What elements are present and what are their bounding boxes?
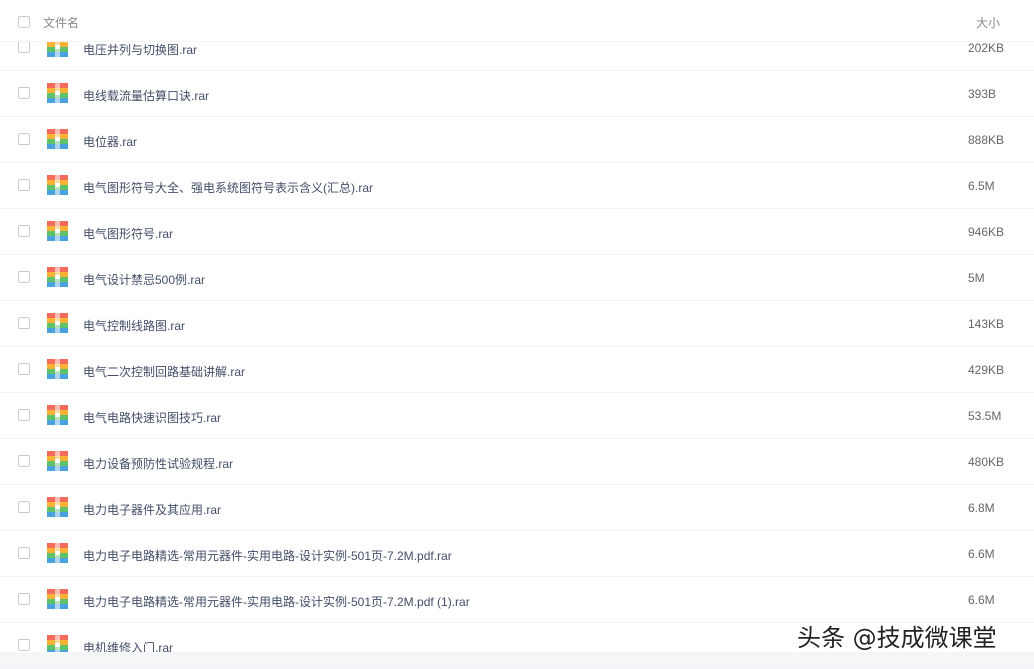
rar-archive-icon[interactable] — [47, 313, 68, 333]
file-size: 143KB — [968, 317, 1005, 331]
row-checkbox[interactable] — [18, 409, 30, 421]
file-row[interactable]: 电力电子电路精选-常用元器件-实用电路-设计实例-501页-7.2M.pdf (… — [0, 577, 1034, 623]
rar-archive-icon[interactable] — [47, 83, 68, 103]
row-checkbox[interactable] — [18, 363, 30, 375]
file-name[interactable]: 电压并列与切换图.rar — [83, 41, 197, 58]
file-name[interactable]: 电气控制线路图.rar — [83, 317, 185, 334]
file-size: 202KB — [968, 41, 1005, 55]
file-size: 6.6M — [968, 547, 995, 561]
column-header-name[interactable]: 文件名 — [43, 14, 79, 31]
file-size: 393B — [968, 87, 997, 101]
file-name[interactable]: 电力电子电路精选-常用元器件-实用电路-设计实例-501页-7.2M.pdf.r… — [83, 547, 452, 564]
rar-archive-icon[interactable] — [47, 497, 68, 517]
file-row[interactable]: 电气电路快速识图技巧.rar 53.5M — [0, 393, 1034, 439]
file-name[interactable]: 电气二次控制回路基础讲解.rar — [83, 363, 245, 380]
file-size: 429KB — [968, 363, 1005, 377]
rar-archive-icon[interactable] — [47, 267, 68, 287]
row-checkbox[interactable] — [18, 455, 30, 467]
row-checkbox[interactable] — [18, 271, 30, 283]
file-size: 946KB — [968, 225, 1005, 239]
file-name[interactable]: 电线载流量估算口诀.rar — [83, 87, 209, 104]
row-checkbox[interactable] — [18, 179, 30, 191]
file-name[interactable]: 电气设计禁忌500例.rar — [83, 271, 205, 288]
row-checkbox[interactable] — [18, 593, 30, 605]
rar-archive-icon[interactable] — [47, 221, 68, 241]
file-size: 6.6M — [968, 593, 995, 607]
row-checkbox[interactable] — [18, 41, 30, 53]
file-name[interactable]: 电力电子电路精选-常用元器件-实用电路-设计实例-501页-7.2M.pdf (… — [83, 593, 470, 610]
file-name[interactable]: 电气图形符号大全、强电系统图符号表示含义(汇总).rar — [83, 179, 373, 196]
file-name[interactable]: 电气图形符号.rar — [83, 225, 173, 242]
file-row[interactable]: 电气二次控制回路基础讲解.rar 429KB — [0, 347, 1034, 393]
rar-archive-icon[interactable] — [47, 451, 68, 471]
rar-archive-icon[interactable] — [47, 589, 68, 609]
column-header-size[interactable]: 大小 — [976, 14, 1000, 31]
file-size: 480KB — [968, 455, 1005, 469]
file-name[interactable]: 电气电路快速识图技巧.rar — [83, 409, 221, 426]
file-size: 6.8M — [968, 501, 995, 515]
file-list: 电压并列与切换图.rar 202KB 电线载流量估算口诀.rar 393B 电位器.ra… — [0, 25, 1034, 669]
row-checkbox[interactable] — [18, 133, 30, 145]
file-name[interactable]: 电位器.rar — [83, 133, 137, 150]
file-row[interactable]: 电线载流量估算口诀.rar 393B — [0, 71, 1034, 117]
row-checkbox[interactable] — [18, 225, 30, 237]
row-checkbox[interactable] — [18, 317, 30, 329]
rar-archive-icon[interactable] — [47, 359, 68, 379]
select-all-checkbox[interactable] — [18, 16, 30, 28]
rar-archive-icon[interactable] — [47, 405, 68, 425]
file-size: 6.5M — [968, 179, 995, 193]
file-row[interactable]: 电力设备预防性试验规程.rar 480KB — [0, 439, 1034, 485]
file-row[interactable]: 电力电子电路精选-常用元器件-实用电路-设计实例-501页-7.2M.pdf.r… — [0, 531, 1034, 577]
file-row[interactable]: 电力电子器件及其应用.rar 6.8M — [0, 485, 1034, 531]
row-checkbox[interactable] — [18, 87, 30, 99]
rar-archive-icon[interactable] — [47, 543, 68, 563]
file-row[interactable]: 电位器.rar 888KB — [0, 117, 1034, 163]
file-name[interactable]: 电力电子器件及其应用.rar — [83, 501, 221, 518]
file-size: 53.5M — [968, 409, 1002, 423]
file-row[interactable]: 电气控制线路图.rar 143KB — [0, 301, 1034, 347]
bottom-bar — [0, 652, 1034, 668]
row-checkbox[interactable] — [18, 639, 30, 651]
rar-archive-icon[interactable] — [47, 175, 68, 195]
row-checkbox[interactable] — [18, 547, 30, 559]
file-size: 888KB — [968, 133, 1005, 147]
file-name[interactable]: 电力设备预防性试验规程.rar — [83, 455, 233, 472]
row-checkbox[interactable] — [18, 501, 30, 513]
rar-archive-icon[interactable] — [47, 129, 68, 149]
file-size: 5M — [968, 271, 985, 285]
list-header: 文件名 大小 — [0, 0, 1034, 42]
file-row[interactable]: 电气图形符号.rar 946KB — [0, 209, 1034, 255]
watermark: 头条 @技成微课堂 — [797, 624, 997, 652]
file-row[interactable]: 电气图形符号大全、强电系统图符号表示含义(汇总).rar 6.5M — [0, 163, 1034, 209]
file-row[interactable]: 电气设计禁忌500例.rar 5M — [0, 255, 1034, 301]
